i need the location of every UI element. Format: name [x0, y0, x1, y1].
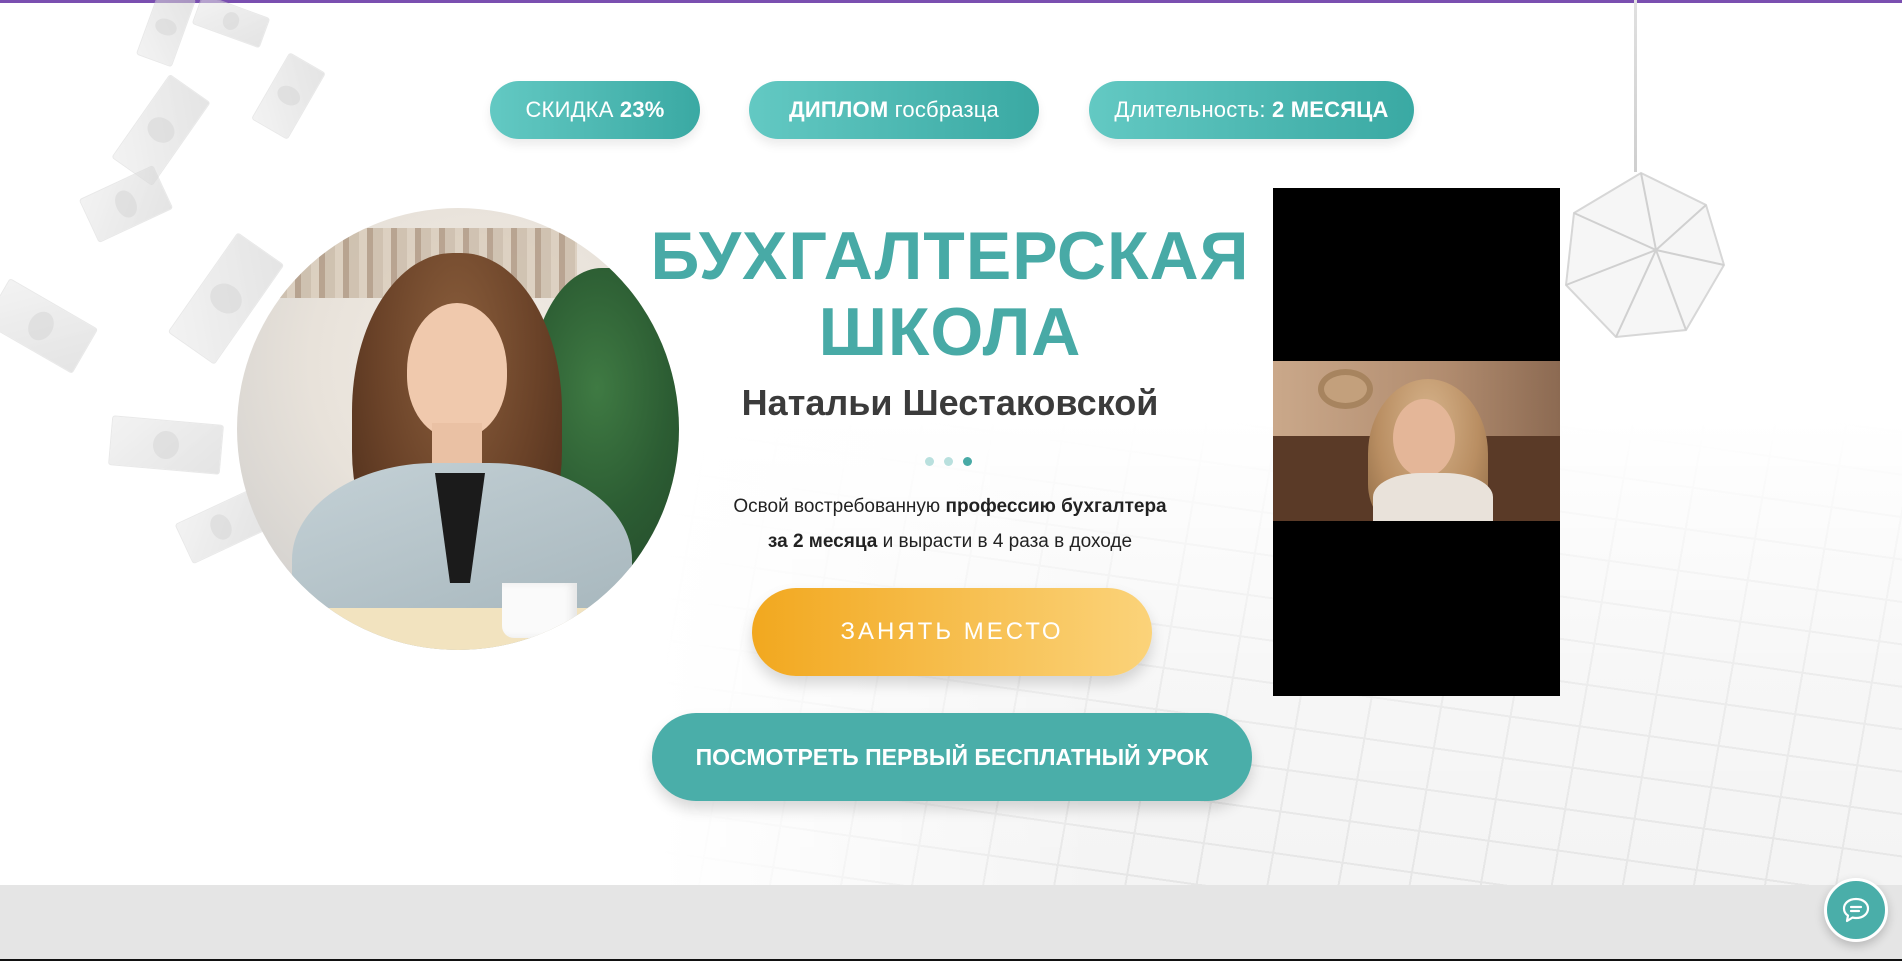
take-place-button[interactable]: ЗАНЯТЬ МЕСТО: [752, 588, 1152, 676]
duration-badge-label: Длительность:: [1114, 97, 1266, 122]
hero-title: БУХГАЛТЕРСКАЯ ШКОЛА: [640, 218, 1260, 370]
slider-dot-active[interactable]: [963, 457, 972, 466]
landing-page: СКИДКА 23% ДИПЛОМ госбразца Длительность…: [0, 0, 1902, 961]
diploma-badge: ДИПЛОМ госбразца: [749, 81, 1039, 139]
flying-banknote: [78, 164, 174, 244]
desc-bold-1: профессию бухгалтера: [945, 496, 1167, 517]
hero-description: Освой востребованную профессию бухгалтер…: [640, 489, 1260, 559]
desc-text-2: и вырасти в 4 раза в доходе: [877, 531, 1133, 552]
diploma-badge-suffix: госбразца: [894, 97, 999, 122]
diploma-badge-label: ДИПЛОМ: [788, 97, 889, 122]
duration-badge-value: 2 МЕСЯЦА: [1272, 97, 1389, 122]
desc-text-1: Освой востребованную: [733, 496, 946, 517]
desc-bold-2: за 2 месяца: [767, 531, 878, 552]
free-lesson-button[interactable]: ПОСМОТРЕТЬ ПЕРВЫЙ БЕСПЛАТНЫЙ УРОК: [652, 713, 1252, 801]
chat-widget-button[interactable]: [1824, 878, 1888, 942]
video-player[interactable]: [1273, 188, 1560, 696]
hero-title-line2: ШКОЛА: [818, 294, 1082, 370]
portrait-cup: [502, 583, 577, 638]
chat-bubble-icon: [1842, 897, 1870, 923]
flying-banknote: [191, 0, 271, 49]
flying-banknote: [108, 415, 224, 475]
slider-dots: [925, 457, 972, 469]
portrait-table: [237, 608, 679, 650]
flying-banknote: [251, 52, 326, 140]
top-accent-line: [0, 0, 1902, 3]
video-frame: [1273, 361, 1560, 521]
video-background-object: [1318, 369, 1373, 409]
teacher-portrait: [237, 208, 679, 650]
video-person-body: [1373, 473, 1493, 521]
pendant-lamp-icon: [1564, 171, 1726, 339]
discount-badge-value: 23%: [619, 97, 665, 122]
portrait-face: [407, 303, 507, 438]
flying-banknote: [135, 0, 197, 68]
flying-banknote: [111, 73, 211, 187]
slider-dot[interactable]: [944, 457, 953, 466]
video-person-face: [1393, 399, 1455, 477]
next-section-strip: [0, 885, 1902, 961]
pendant-lamp-cord: [1634, 0, 1637, 172]
duration-badge: Длительность: 2 МЕСЯЦА: [1089, 81, 1414, 139]
flying-banknote: [0, 277, 99, 375]
discount-badge: СКИДКА 23%: [490, 81, 700, 139]
hero-title-line1: БУХГАЛТЕРСКАЯ: [650, 218, 1250, 294]
hero-subtitle: Натальи Шестаковской: [741, 382, 1159, 423]
discount-badge-label: СКИДКА: [525, 97, 614, 122]
slider-dot[interactable]: [925, 457, 934, 466]
